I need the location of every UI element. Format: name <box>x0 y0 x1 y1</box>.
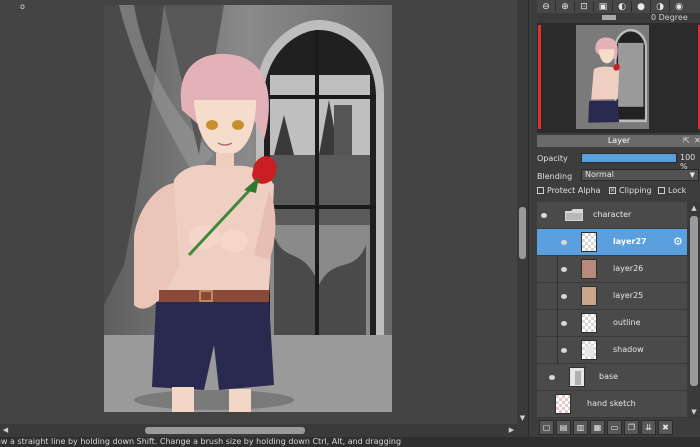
visibility-eye-icon[interactable] <box>537 202 551 228</box>
opacity-slider[interactable] <box>581 153 677 163</box>
rotation-slider-thumb[interactable] <box>602 15 616 20</box>
protect-alpha-checkbox-box[interactable] <box>537 187 544 194</box>
opacity-label: Opacity <box>537 154 568 163</box>
navigator-toolbar: ⊖ ⊕ ⊡ ▣ ◐ ● ◑ ◉ <box>537 0 700 13</box>
scroll-down-arrow-icon[interactable]: ▼ <box>517 413 528 424</box>
layer-name: shadow <box>613 345 644 354</box>
artwork-illustration <box>104 5 392 412</box>
layer-row-character[interactable]: character <box>537 202 687 229</box>
layer-row-hand-sketch[interactable]: hand sketch <box>537 391 687 418</box>
layer-thumbnail <box>581 313 597 333</box>
lock-label: Lock <box>668 186 687 195</box>
layer-row-layer25[interactable]: layer25 <box>537 283 687 310</box>
artwork-canvas[interactable] <box>104 5 392 412</box>
layer-name: layer26 <box>613 264 644 273</box>
layer-row-outline[interactable]: outline <box>537 310 687 337</box>
zoom-fit-icon[interactable]: ⊡ <box>575 0 593 13</box>
scroll-up-arrow-icon[interactable]: ▲ <box>687 202 700 214</box>
layer-row-layer26[interactable]: layer26 <box>537 256 687 283</box>
new-halftone-layer-icon[interactable]: ▦ <box>590 420 605 435</box>
protect-alpha-checkbox[interactable]: Protect Alpha <box>537 186 601 195</box>
layer-options-row: Protect Alpha × Clipping Lock <box>537 186 700 198</box>
visibility-eye-icon[interactable] <box>557 256 571 282</box>
status-hint: aw a straight line by holding down Shift… <box>0 437 402 446</box>
visibility-eye-icon[interactable] <box>545 364 559 390</box>
new-folder-icon[interactable]: ▭ <box>607 420 622 435</box>
new-layer-icon[interactable]: ▢ <box>539 420 554 435</box>
scroll-right-arrow-icon[interactable]: ▶ <box>506 424 517 437</box>
close-icon[interactable]: ✕ <box>694 135 700 147</box>
navigator-thumbnail-image <box>576 25 649 129</box>
layer-list-scrollbar[interactable]: ▲ ▼ <box>687 202 700 418</box>
rotation-slider[interactable]: 0 Degree <box>537 13 700 23</box>
layer-thumbnail <box>569 367 585 387</box>
layer-list-scroll-thumb[interactable] <box>690 216 698 386</box>
zoom-out-icon[interactable]: ⊖ <box>537 0 555 13</box>
layer-list: character layer27 ⚙ layer26 layer25 outl… <box>537 202 687 418</box>
rotation-degree-label: 0 Degree <box>651 13 688 22</box>
layer-thumbnail <box>581 340 597 360</box>
merge-down-icon[interactable]: ⇊ <box>641 420 656 435</box>
lock-checkbox[interactable]: Lock <box>658 186 686 195</box>
layer-thumbnail <box>581 286 597 306</box>
layer-panel-header: Layer ⇱ ✕ <box>537 135 700 147</box>
folder-icon <box>565 209 583 221</box>
blending-mode-select[interactable]: Normal ▼ <box>581 169 699 181</box>
layer-name: outline <box>613 318 641 327</box>
clipping-checkbox-box[interactable]: × <box>609 187 616 194</box>
delete-layer-icon[interactable]: ✖ <box>658 420 673 435</box>
visibility-eye-icon[interactable] <box>557 229 571 255</box>
layer-panel-title: Layer <box>607 136 631 145</box>
canvas-vertical-scroll-thumb[interactable] <box>519 207 526 259</box>
rotate-left-icon[interactable]: ◐ <box>613 0 631 13</box>
scroll-left-arrow-icon[interactable]: ◀ <box>0 424 11 437</box>
new-layer-1bit-icon[interactable]: ▥ <box>573 420 588 435</box>
zoom-actual-icon[interactable]: ▣ <box>594 0 612 13</box>
visibility-eye-icon[interactable] <box>557 283 571 309</box>
canvas-horizontal-scrollbar[interactable]: ◀ ▶ <box>0 424 528 437</box>
gear-icon[interactable]: ⚙ <box>673 235 683 248</box>
navigator-view-frame-left <box>538 25 541 129</box>
layer-name: base <box>599 372 619 381</box>
layer-row-layer27[interactable]: layer27 ⚙ <box>537 229 687 256</box>
scroll-down-arrow-icon[interactable]: ▼ <box>687 406 700 418</box>
layer-name: character <box>593 210 632 219</box>
new-layer-8bit-icon[interactable]: ▤ <box>556 420 571 435</box>
visibility-eye-icon[interactable] <box>557 310 571 336</box>
layer-thumbnail <box>555 394 571 414</box>
layer-thumbnail <box>581 232 597 252</box>
clipping-checkbox[interactable]: × Clipping <box>609 186 652 195</box>
opacity-slider-fill <box>582 154 676 162</box>
visibility-eye-icon[interactable] <box>557 337 571 363</box>
rotate-right-icon[interactable]: ◑ <box>651 0 669 13</box>
layer-name: hand sketch <box>587 399 636 408</box>
protect-alpha-label: Protect Alpha <box>547 186 601 195</box>
chevron-down-icon: ▼ <box>689 171 695 179</box>
canvas-area[interactable]: o ▼ ◀ ▶ <box>0 0 528 437</box>
navigator-thumbnail <box>576 25 649 129</box>
zoom-in-icon[interactable]: ⊕ <box>556 0 574 13</box>
status-bar: aw a straight line by holding down Shift… <box>0 437 700 447</box>
popout-icon[interactable]: ⇱ <box>683 135 690 147</box>
canvas-origin-marker: o <box>20 2 25 11</box>
layer-thumbnail <box>581 259 597 279</box>
flip-horizontal-icon[interactable]: ◉ <box>670 0 688 13</box>
layer-row-shadow[interactable]: shadow <box>537 337 687 364</box>
layer-row-base[interactable]: base <box>537 364 687 391</box>
canvas-vertical-scrollbar[interactable]: ▼ <box>517 0 528 424</box>
rotate-reset-icon[interactable]: ● <box>632 0 650 13</box>
blending-mode-value: Normal <box>585 170 614 179</box>
clipping-label: Clipping <box>619 186 652 195</box>
layer-name: layer27 <box>613 237 647 246</box>
right-panel: ⊖ ⊕ ⊡ ▣ ◐ ● ◑ ◉ 0 Degree Layer ⇱ ✕ Opaci… <box>528 0 700 437</box>
layer-toolbar: ▢ ▤ ▥ ▦ ▭ ❐ ⇊ ✖ <box>537 418 700 437</box>
canvas-horizontal-scroll-thumb[interactable] <box>145 427 305 434</box>
blending-label: Blending <box>537 172 573 181</box>
navigator-preview[interactable] <box>537 23 700 133</box>
lock-checkbox-box[interactable] <box>658 187 665 194</box>
duplicate-layer-icon[interactable]: ❐ <box>624 420 639 435</box>
layer-name: layer25 <box>613 291 644 300</box>
